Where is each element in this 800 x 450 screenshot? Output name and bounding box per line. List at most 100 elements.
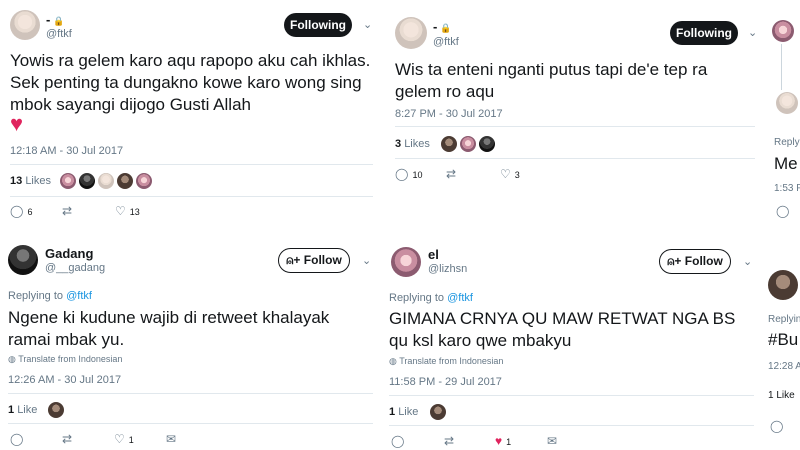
follow-button[interactable]: ⍝+ Follow: [278, 248, 350, 273]
liker-avatar[interactable]: [117, 173, 133, 189]
user-handle[interactable]: @ftkf: [46, 28, 72, 40]
retweet-button[interactable]: ⇄: [444, 434, 454, 448]
timestamp[interactable]: 12:18 AM - 30 Jul 2017: [10, 145, 123, 157]
thread-line: [781, 44, 782, 90]
user-handle[interactable]: @ftkf: [433, 36, 459, 48]
separator: [10, 164, 373, 165]
separator: [10, 196, 373, 197]
chevron-down-icon[interactable]: ⌄: [743, 255, 752, 268]
heart-icon: ♡: [114, 432, 125, 446]
separator: [395, 126, 755, 127]
retweet-button[interactable]: ⇄: [446, 167, 456, 181]
tweet-text: Wis ta enteni nganti putus tapi de'e tep…: [395, 60, 708, 101]
liker-avatar[interactable]: [479, 136, 495, 152]
liker-avatar[interactable]: [79, 173, 95, 189]
retweet-icon: ⇄: [446, 167, 457, 181]
reply-icon: ◯: [10, 204, 24, 218]
user-handle[interactable]: @lizhsn: [428, 263, 467, 275]
dm-button[interactable]: ✉: [547, 434, 557, 448]
likes-count: 1 Like: [768, 390, 795, 401]
user-handle[interactable]: @__gadang: [45, 262, 105, 274]
add-user-icon: ⍝+: [286, 253, 301, 267]
like-button[interactable]: ♥ 1: [495, 434, 511, 448]
retweet-icon: ⇄: [62, 432, 73, 446]
liker-avatar[interactable]: [136, 173, 152, 189]
avatar[interactable]: [776, 92, 798, 114]
liker-avatar[interactable]: [98, 173, 114, 189]
tweet-text: Yowis ra gelem karo aqu rapopo aku cah i…: [10, 51, 371, 114]
reply-icon: ◯: [391, 434, 405, 448]
retweet-icon: ⇄: [444, 434, 455, 448]
likes-count[interactable]: 13 Likes: [10, 175, 51, 187]
liker-avatar[interactable]: [460, 136, 476, 152]
heart-icon: ♥: [10, 111, 24, 136]
chevron-down-icon[interactable]: ⌄: [363, 18, 372, 31]
tweet-card[interactable]: Gadang @__gadang ⍝+ Follow ⌄ Replying to…: [0, 225, 383, 450]
retweet-button[interactable]: ⇄: [62, 432, 72, 446]
avatar[interactable]: [10, 10, 40, 40]
translate-link[interactable]: ◍ Translate from Indonesian: [8, 354, 122, 365]
timestamp: 12:28 A: [768, 361, 800, 372]
lock-icon: 🔒: [53, 16, 65, 26]
reply-button[interactable]: ◯: [391, 434, 404, 448]
separator: [8, 393, 373, 394]
display-name[interactable]: el: [428, 247, 439, 262]
avatar[interactable]: [8, 245, 38, 275]
avatar[interactable]: [395, 17, 427, 49]
reply-icon: ◯: [776, 204, 790, 218]
globe-icon: ◍: [389, 356, 397, 366]
follow-button[interactable]: ⍝+ Follow: [659, 249, 731, 274]
lock-icon: 🔒: [440, 23, 452, 33]
replying-to[interactable]: Replying to @ftkf: [8, 290, 92, 302]
reply-icon: ◯: [395, 167, 409, 181]
liker-avatar[interactable]: [441, 136, 457, 152]
replying-to: Replyin: [768, 314, 800, 325]
replying-to: Reply: [774, 137, 800, 148]
likes-count[interactable]: 3 Likes: [395, 138, 430, 150]
like-button[interactable]: ♡ 1: [114, 432, 134, 446]
display-name[interactable]: Gadang: [45, 246, 93, 261]
tweet-text: Ngene ki kudune wajib di retweet khalaya…: [8, 308, 330, 349]
envelope-icon: ✉: [547, 434, 558, 448]
translate-link[interactable]: ◍ Translate from Indonesian: [389, 356, 503, 367]
following-button[interactable]: Following: [670, 21, 738, 45]
separator: [389, 425, 754, 426]
timestamp[interactable]: 11:58 PM - 29 Jul 2017: [389, 376, 502, 388]
display-name[interactable]: - 🔒: [433, 19, 452, 34]
retweet-button[interactable]: ⇄: [62, 204, 72, 218]
tweet-card[interactable]: - 🔒 @ftkf Following ⌄ Yowis ra gelem karo…: [0, 0, 383, 225]
reply-button[interactable]: ◯: [10, 432, 23, 446]
reply-button[interactable]: ◯ 10: [395, 167, 422, 181]
timestamp[interactable]: 8:27 PM - 30 Jul 2017: [395, 108, 503, 120]
chevron-down-icon[interactable]: ⌄: [362, 254, 371, 267]
liker-avatar[interactable]: [60, 173, 76, 189]
chevron-down-icon[interactable]: ⌄: [748, 26, 757, 39]
replying-to[interactable]: Replying to @ftkf: [389, 292, 473, 304]
timestamp[interactable]: 12:26 AM - 30 Jul 2017: [8, 374, 121, 386]
avatar[interactable]: [391, 247, 421, 277]
separator: [389, 395, 754, 396]
timestamp: 1:53 P: [774, 183, 800, 194]
likes-count[interactable]: 1 Like: [389, 406, 418, 418]
tweet-card[interactable]: - 🔒 @ftkf Following ⌄ Wis ta enteni ngant…: [383, 0, 766, 225]
reply-button[interactable]: ◯: [770, 419, 783, 433]
heart-icon: ♡: [500, 167, 511, 181]
avatar[interactable]: [768, 270, 798, 300]
reply-button[interactable]: ◯ 6: [10, 204, 32, 218]
separator: [395, 158, 755, 159]
separator: [8, 423, 373, 424]
display-name[interactable]: - 🔒: [46, 12, 65, 27]
liker-avatar[interactable]: [48, 402, 64, 418]
tweet-text: Me: [774, 154, 798, 173]
liker-avatar[interactable]: [430, 404, 446, 420]
reply-button[interactable]: ◯: [776, 204, 789, 218]
reply-icon: ◯: [770, 419, 784, 433]
like-button[interactable]: ♡ 13: [115, 204, 140, 218]
following-button[interactable]: Following: [284, 13, 352, 37]
tweet-card[interactable]: el @lizhsn ⍝+ Follow ⌄ Replying to @ftkf…: [383, 225, 766, 450]
like-button[interactable]: ♡ 3: [500, 167, 520, 181]
envelope-icon: ✉: [166, 432, 177, 446]
likes-count[interactable]: 1 Like: [8, 404, 37, 416]
dm-button[interactable]: ✉: [166, 432, 176, 446]
avatar[interactable]: [772, 20, 794, 42]
